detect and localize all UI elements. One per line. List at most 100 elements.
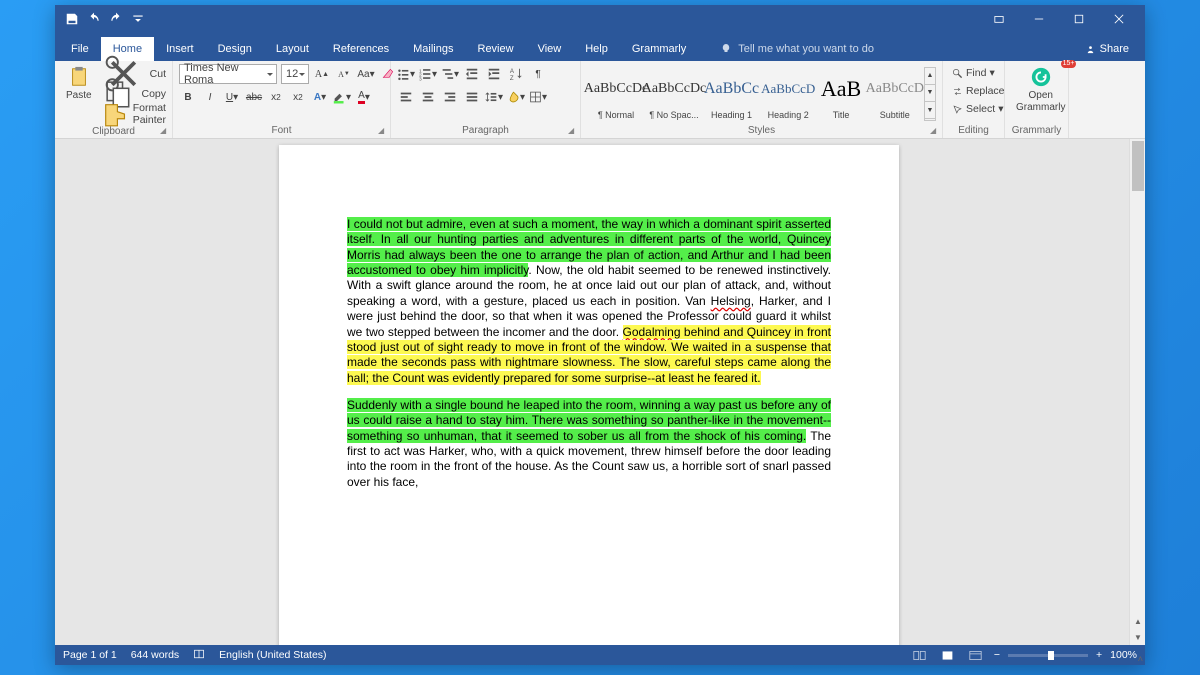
format-painter-button[interactable]: Format Painter — [101, 104, 166, 124]
zoom-slider[interactable] — [1008, 654, 1088, 657]
style-h2-preview: AaBbCcD — [761, 68, 815, 110]
scrollbar-thumb[interactable] — [1132, 141, 1144, 191]
tab-mailings[interactable]: Mailings — [401, 37, 465, 61]
app-window: File Home Insert Design Layout Reference… — [55, 5, 1145, 665]
show-paragraph-marks-button[interactable]: ¶ — [529, 65, 547, 83]
style-heading1[interactable]: AaBbCcHeading 1 — [703, 67, 760, 121]
read-mode-button[interactable] — [910, 648, 930, 662]
align-right-button[interactable] — [441, 88, 459, 106]
find-button[interactable]: Find ▾ — [949, 64, 998, 82]
tab-file[interactable]: File — [59, 37, 101, 61]
increase-indent-button[interactable] — [485, 65, 503, 83]
print-layout-button[interactable] — [938, 648, 958, 662]
replace-button[interactable]: Replace — [949, 82, 1008, 100]
zoom-out-button[interactable]: − — [994, 649, 1000, 661]
ribbon-tabs: File Home Insert Design Layout Reference… — [55, 33, 1145, 61]
redo-icon[interactable] — [109, 12, 123, 26]
share-label: Share — [1100, 43, 1129, 55]
justify-button[interactable] — [463, 88, 481, 106]
collapse-ribbon-button[interactable]: ˄ — [1138, 654, 1143, 664]
open-grammarly-button[interactable]: Open Grammarly — [1011, 64, 1070, 116]
style-normal-label: ¶ Normal — [598, 110, 634, 120]
paragraph-1[interactable]: I could not but admire, even at such a m… — [347, 217, 831, 386]
style-normal[interactable]: AaBbCcDc¶ Normal — [587, 67, 645, 121]
save-icon[interactable] — [65, 12, 79, 26]
font-size-value: 12 — [286, 68, 298, 80]
styles-scroll[interactable]: ▲▼▼ — [924, 67, 936, 121]
tab-references[interactable]: References — [321, 37, 401, 61]
bold-button[interactable]: B — [179, 88, 197, 106]
grammarly-group-label: Grammarly — [1011, 123, 1062, 138]
style-h1-preview: AaBbCc — [704, 68, 759, 110]
line-spacing-button[interactable]: ▾ — [485, 88, 503, 106]
italic-button[interactable]: I — [201, 88, 219, 106]
share-button[interactable]: Share — [1073, 37, 1141, 61]
clipboard-dialog-launcher[interactable]: ◢ — [160, 126, 170, 136]
style-subtitle[interactable]: AaBbCcDSubtitle — [866, 67, 924, 121]
document-area[interactable]: I could not but admire, even at such a m… — [55, 139, 1145, 645]
tab-review[interactable]: Review — [466, 37, 526, 61]
change-case-button[interactable]: Aa▾ — [357, 65, 375, 83]
highlight-color-button[interactable]: ▾ — [333, 88, 351, 106]
paste-button[interactable]: Paste — [61, 64, 97, 104]
word-count[interactable]: 644 words — [131, 649, 179, 661]
style-nospacing-label: ¶ No Spac... — [649, 110, 698, 120]
ribbon-display-button[interactable] — [979, 5, 1019, 33]
shading-button[interactable]: ▾ — [507, 88, 525, 106]
scroll-down-arrow[interactable]: ▼ — [1130, 629, 1145, 645]
paragraph-group-label: Paragraph — [397, 123, 574, 138]
font-color-button[interactable]: A▾ — [355, 88, 373, 106]
page-number[interactable]: Page 1 of 1 — [63, 649, 117, 661]
undo-icon[interactable] — [87, 12, 101, 26]
align-left-button[interactable] — [397, 88, 415, 106]
tab-help[interactable]: Help — [573, 37, 620, 61]
zoom-in-button[interactable]: + — [1096, 649, 1102, 661]
borders-button[interactable]: ▾ — [529, 88, 547, 106]
svg-text:Z: Z — [510, 75, 514, 81]
tab-design[interactable]: Design — [206, 37, 264, 61]
cut-label: Cut — [150, 68, 166, 80]
select-label: Select — [966, 103, 995, 115]
multilevel-list-button[interactable]: ▾ — [441, 65, 459, 83]
tab-grammarly[interactable]: Grammarly — [620, 37, 698, 61]
tell-me-search[interactable]: Tell me what you want to do — [708, 37, 886, 61]
scroll-up-arrow[interactable]: ▲ — [1130, 613, 1145, 629]
minimize-button[interactable] — [1019, 5, 1059, 33]
style-title[interactable]: AaBTitle — [816, 67, 866, 121]
vertical-scrollbar[interactable]: ▲ ▼ — [1129, 139, 1145, 645]
language[interactable]: English (United States) — [219, 649, 326, 661]
font-name-combo[interactable]: Times New Roma — [179, 64, 277, 84]
qat-customize-icon[interactable] — [131, 12, 145, 26]
font-dialog-launcher[interactable]: ◢ — [378, 126, 388, 136]
select-button[interactable]: Select ▾ — [949, 100, 1006, 118]
proofing-icon[interactable] — [193, 648, 205, 663]
subscript-button[interactable]: x2 — [267, 88, 285, 106]
tab-insert[interactable]: Insert — [154, 37, 206, 61]
strikethrough-button[interactable]: abc — [245, 88, 263, 106]
shrink-font-button[interactable]: A▼ — [335, 65, 353, 83]
font-size-combo[interactable]: 12 — [281, 64, 309, 84]
zoom-slider-handle[interactable] — [1048, 651, 1054, 660]
paragraph-dialog-launcher[interactable]: ◢ — [568, 126, 578, 136]
grow-font-button[interactable]: A▲ — [313, 65, 331, 83]
underline-button[interactable]: U▾ — [223, 88, 241, 106]
paragraph-2[interactable]: Suddenly with a single bound he leaped i… — [347, 398, 831, 490]
styles-dialog-launcher[interactable]: ◢ — [930, 126, 940, 136]
superscript-button[interactable]: x2 — [289, 88, 307, 106]
sort-button[interactable]: AZ — [507, 65, 525, 83]
tab-view[interactable]: View — [526, 37, 574, 61]
text-effects-button[interactable]: A▾ — [311, 88, 329, 106]
web-layout-button[interactable] — [966, 648, 986, 662]
align-center-button[interactable] — [419, 88, 437, 106]
bullets-button[interactable]: ▾ — [397, 65, 415, 83]
maximize-button[interactable] — [1059, 5, 1099, 33]
decrease-indent-button[interactable] — [463, 65, 481, 83]
tell-me-label: Tell me what you want to do — [738, 43, 874, 55]
style-no-spacing[interactable]: AaBbCcDc¶ No Spac... — [645, 67, 703, 121]
close-button[interactable] — [1099, 5, 1139, 33]
zoom-level[interactable]: 100% — [1110, 649, 1137, 661]
tab-layout[interactable]: Layout — [264, 37, 321, 61]
style-heading2[interactable]: AaBbCcDHeading 2 — [760, 67, 816, 121]
highlighted-green-2: Suddenly with a single bound he leaped i… — [347, 398, 831, 443]
numbering-button[interactable]: 123▾ — [419, 65, 437, 83]
